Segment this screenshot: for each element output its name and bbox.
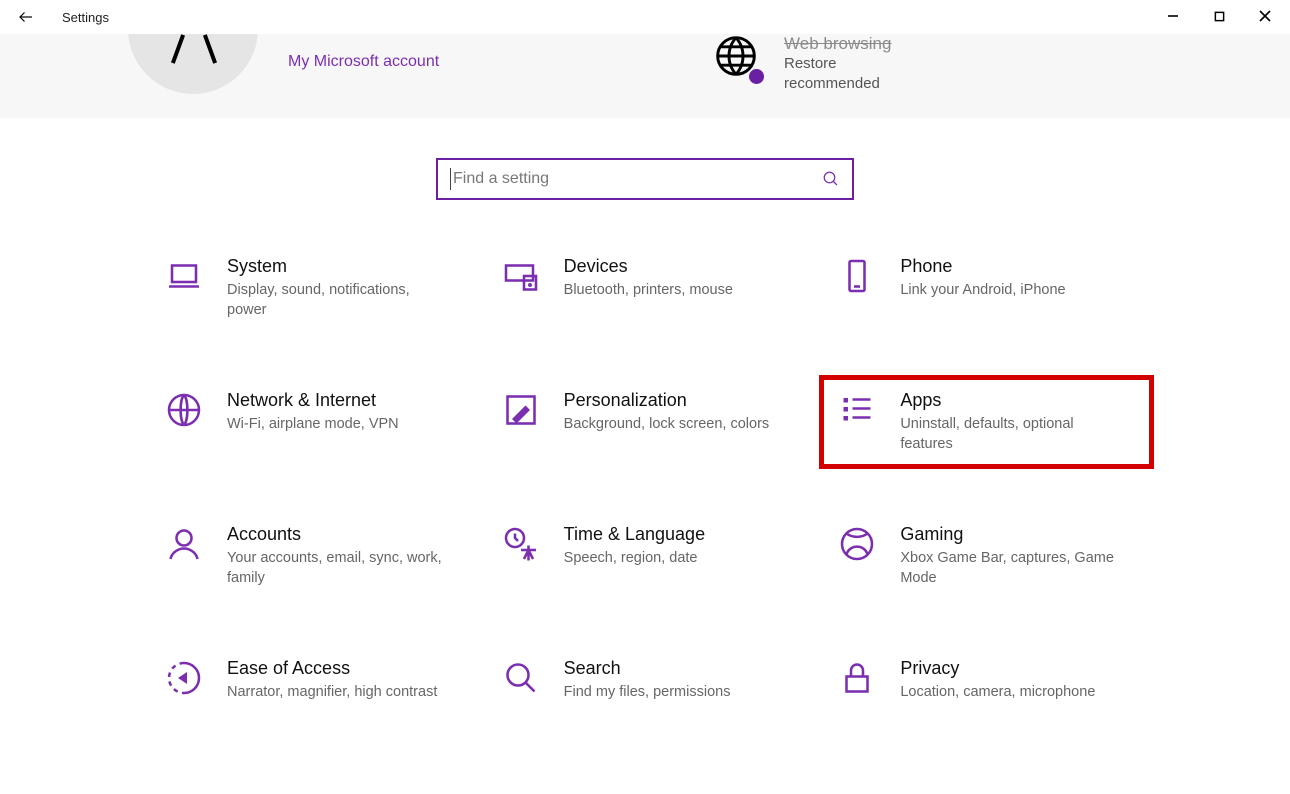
my-microsoft-account-link[interactable]: My Microsoft account bbox=[288, 53, 439, 71]
text-cursor bbox=[450, 168, 451, 190]
lock-icon bbox=[839, 660, 875, 696]
tile-title: Ease of Access bbox=[227, 658, 464, 679]
tile-system[interactable]: System Display, sound, notifications, pow… bbox=[155, 250, 472, 326]
back-button[interactable] bbox=[8, 1, 44, 33]
minimize-button[interactable] bbox=[1150, 0, 1196, 32]
tile-sub: Your accounts, email, sync, work, family bbox=[227, 549, 442, 588]
tile-sub: Find my files, permissions bbox=[564, 683, 779, 703]
tile-title: Accounts bbox=[227, 524, 464, 545]
tile-title: Network & Internet bbox=[227, 390, 464, 411]
tile-title: Search bbox=[564, 658, 801, 679]
tile-sub: Speech, region, date bbox=[564, 549, 779, 569]
tile-phone[interactable]: Phone Link your Android, iPhone bbox=[828, 250, 1145, 326]
xbox-icon bbox=[839, 526, 875, 562]
close-icon bbox=[1259, 10, 1271, 22]
tile-title: System bbox=[227, 256, 464, 277]
paintbrush-icon bbox=[503, 392, 539, 428]
tile-apps[interactable]: Apps Uninstall, defaults, optional featur… bbox=[828, 384, 1145, 460]
tile-time-language[interactable]: Time & Language Speech, region, date bbox=[492, 518, 809, 594]
tile-title: Phone bbox=[900, 256, 1137, 277]
tile-search[interactable]: Search Find my files, permissions bbox=[492, 652, 809, 722]
window-title: Settings bbox=[62, 10, 109, 25]
tile-sub: Bluetooth, printers, mouse bbox=[564, 281, 779, 301]
header-band: My Microsoft account Web browsing Restor… bbox=[0, 34, 1290, 118]
search-input[interactable] bbox=[453, 170, 840, 188]
maximize-icon bbox=[1214, 11, 1225, 22]
tile-sub: Background, lock screen, colors bbox=[564, 415, 779, 435]
ease-of-access-icon bbox=[166, 660, 202, 696]
tile-sub: Link your Android, iPhone bbox=[900, 281, 1115, 301]
web-browsing-sub2: recommended bbox=[784, 74, 891, 94]
magnifier-icon bbox=[503, 660, 539, 696]
tile-sub: Uninstall, defaults, optional features bbox=[900, 415, 1115, 454]
tile-privacy[interactable]: Privacy Location, camera, microphone bbox=[828, 652, 1145, 722]
tile-ease-of-access[interactable]: Ease of Access Narrator, magnifier, high … bbox=[155, 652, 472, 722]
status-dot-icon bbox=[749, 69, 764, 84]
web-browsing-block[interactable]: Web browsing Restore recommended bbox=[714, 34, 891, 95]
tile-title: Apps bbox=[900, 390, 1137, 411]
tile-title: Gaming bbox=[900, 524, 1137, 545]
globe-icon bbox=[166, 392, 202, 428]
tile-personalization[interactable]: Personalization Background, lock screen, … bbox=[492, 384, 809, 460]
tile-title: Time & Language bbox=[564, 524, 801, 545]
tile-sub: Narrator, magnifier, high contrast bbox=[227, 683, 442, 703]
list-icon bbox=[839, 392, 875, 428]
tile-sub: Location, camera, microphone bbox=[900, 683, 1115, 703]
time-language-icon bbox=[503, 526, 539, 562]
tile-title: Personalization bbox=[564, 390, 801, 411]
categories-grid: System Display, sound, notifications, pow… bbox=[145, 250, 1145, 722]
tile-title: Privacy bbox=[900, 658, 1137, 679]
minimize-icon bbox=[1167, 10, 1179, 22]
titlebar: Settings bbox=[0, 0, 1290, 34]
search-box[interactable] bbox=[436, 158, 854, 200]
tile-devices[interactable]: Devices Bluetooth, printers, mouse bbox=[492, 250, 809, 326]
tile-network[interactable]: Network & Internet Wi-Fi, airplane mode, … bbox=[155, 384, 472, 460]
person-icon bbox=[166, 526, 202, 562]
tile-sub: Display, sound, notifications, power bbox=[227, 281, 442, 320]
maximize-button[interactable] bbox=[1196, 0, 1242, 32]
tile-gaming[interactable]: Gaming Xbox Game Bar, captures, Game Mode bbox=[828, 518, 1145, 594]
web-browsing-sub1: Restore bbox=[784, 54, 891, 74]
globe-icon bbox=[714, 34, 762, 82]
tile-accounts[interactable]: Accounts Your accounts, email, sync, work… bbox=[155, 518, 472, 594]
close-button[interactable] bbox=[1242, 0, 1288, 32]
tile-title: Devices bbox=[564, 256, 801, 277]
avatar bbox=[128, 34, 258, 94]
phone-icon bbox=[839, 258, 875, 294]
search-icon bbox=[822, 170, 840, 188]
tile-sub: Wi-Fi, airplane mode, VPN bbox=[227, 415, 442, 435]
arrow-left-icon bbox=[17, 8, 35, 26]
laptop-icon bbox=[166, 258, 202, 294]
tile-sub: Xbox Game Bar, captures, Game Mode bbox=[900, 549, 1115, 588]
window-controls bbox=[1150, 0, 1288, 32]
web-browsing-title: Web browsing bbox=[784, 34, 891, 54]
keyboard-icon bbox=[503, 258, 539, 294]
